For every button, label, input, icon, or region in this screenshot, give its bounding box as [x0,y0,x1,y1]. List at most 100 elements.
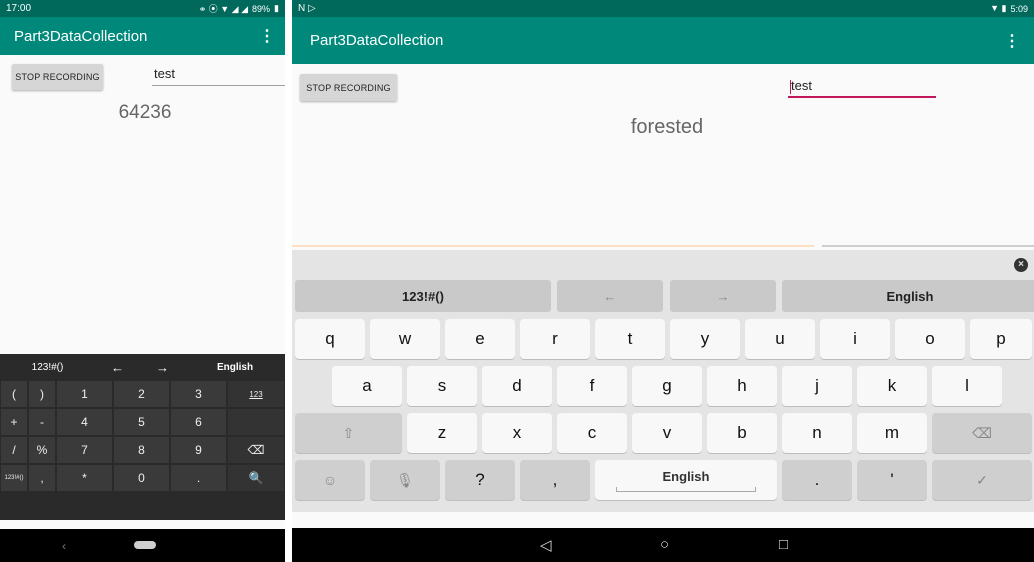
key-f[interactable]: f [557,366,627,406]
backspace-icon[interactable]: ⌫ [227,436,285,464]
key-h[interactable]: h [707,366,777,406]
space-key-label: English [662,468,710,484]
space-bar-icon [616,486,756,492]
status-time: 5:09 [1010,3,1028,14]
key-j[interactable]: j [782,366,852,406]
close-keyboard-icon[interactable]: × [1014,258,1028,272]
right-tablet-screen: N ▷ ▼ ▮ 5:09 Part3DataCollection ⋮ STOP … [292,0,1034,562]
back-icon[interactable]: ‹ [62,539,66,553]
key-g[interactable]: g [632,366,702,406]
status-bar: N ▷ ▼ ▮ 5:09 [292,0,1034,17]
app-title: Part3DataCollection [310,32,444,49]
key-percent[interactable]: % [28,436,56,464]
key-123[interactable]: 123 [227,380,285,408]
battery-icon: ▮ [274,3,279,13]
enter-check-icon[interactable]: ✓ [932,460,1032,500]
app-bar: Part3DataCollection ⋮ [0,17,285,55]
qwerty-keyboard: × 123!#() ← → English q w e r t y u i o … [292,250,1034,512]
microphone-icon[interactable]: 🎙 [370,460,440,500]
key-question[interactable]: ? [445,460,515,500]
key-1[interactable]: 1 [56,380,113,408]
overflow-menu-icon[interactable]: ⋮ [259,26,275,46]
key-s[interactable]: s [407,366,477,406]
symbols-key[interactable]: 123!#() [295,280,551,312]
key-3[interactable]: 3 [170,380,227,408]
key-i[interactable]: i [820,319,890,359]
key-w[interactable]: w [370,319,440,359]
key-period[interactable]: . [782,460,852,500]
key-z[interactable]: z [407,413,477,453]
wifi-battery-icons: ▼ ▮ [990,3,1007,13]
key-v[interactable]: v [632,413,702,453]
text-input[interactable]: test [788,78,936,98]
numeric-keyboard: 123!#() ← → English ( ) 1 2 3 123 + - 4 … [0,354,285,520]
key-x[interactable]: x [482,413,552,453]
display-text: forested [630,116,704,138]
key-close-paren[interactable]: ) [28,380,56,408]
symbols-key[interactable]: 123!#() [0,354,95,380]
key-apostrophe[interactable]: ' [857,460,927,500]
left-arrow-key[interactable]: ← [95,354,140,380]
progress-divider-left [292,245,814,247]
key-minus[interactable]: - [28,408,56,436]
key-9[interactable]: 9 [170,436,227,464]
key-d[interactable]: d [482,366,552,406]
key-t[interactable]: t [595,319,665,359]
backspace-icon[interactable]: ⌫ [932,413,1032,453]
key-q[interactable]: q [295,319,365,359]
key-e[interactable]: e [445,319,515,359]
key-p[interactable]: p [970,319,1032,359]
stop-recording-button[interactable]: STOP RECORDING [12,64,103,90]
key-asterisk[interactable]: * [56,464,113,492]
notification-icons: N ▷ [298,3,316,14]
space-key[interactable]: English [595,460,777,500]
search-icon[interactable]: 🔍 [227,464,285,492]
key-y[interactable]: y [670,319,740,359]
home-pill-icon[interactable] [134,541,156,549]
key-symbols-small[interactable]: 123!#() [0,464,28,492]
key-c[interactable]: c [557,413,627,453]
key-a[interactable]: a [332,366,402,406]
back-icon[interactable]: ◁ [540,536,552,554]
key-slash[interactable]: / [0,436,28,464]
navigation-bar: ‹ [0,529,285,562]
navigation-bar: ◁ ○ □ [292,528,1034,562]
key-n[interactable]: n [782,413,852,453]
key-comma[interactable]: , [520,460,590,500]
key-6[interactable]: 6 [170,408,227,436]
overflow-menu-icon[interactable]: ⋮ [1004,31,1020,51]
stop-recording-button[interactable]: STOP RECORDING [300,74,397,101]
key-8[interactable]: 8 [113,436,170,464]
key-b[interactable]: b [707,413,777,453]
shift-icon[interactable]: ⇧ [295,413,402,453]
key-4[interactable]: 4 [56,408,113,436]
home-icon[interactable]: ○ [660,536,669,553]
key-comma[interactable]: , [28,464,56,492]
status-time: 17:00 [6,3,32,14]
keyboard-top-row: 123!#() ← → English [292,280,1034,314]
text-input[interactable]: test [152,66,285,86]
key-open-paren[interactable]: ( [0,380,28,408]
right-arrow-key[interactable]: → [670,280,776,312]
key-7[interactable]: 7 [56,436,113,464]
key-dot[interactable]: . [170,464,227,492]
key-plus[interactable]: + [0,408,28,436]
key-2[interactable]: 2 [113,380,170,408]
key-k[interactable]: k [857,366,927,406]
left-arrow-key[interactable]: ← [557,280,663,312]
key-u[interactable]: u [745,319,815,359]
battery-text: 89% [252,3,271,14]
language-key[interactable]: English [782,280,1034,312]
key-r[interactable]: r [520,319,590,359]
key-m[interactable]: m [857,413,927,453]
language-key[interactable]: English [185,354,285,380]
key-o[interactable]: o [895,319,965,359]
key-0[interactable]: 0 [113,464,170,492]
emoji-icon[interactable]: ☺ [295,460,365,500]
recent-apps-icon[interactable]: □ [779,536,788,553]
key-l[interactable]: l [932,366,1002,406]
signal-icons: ⚭ ⦿ ▼ ◢ ◢ [198,4,249,14]
right-arrow-key[interactable]: → [140,354,185,380]
key-5[interactable]: 5 [113,408,170,436]
key-blank[interactable] [227,408,285,436]
